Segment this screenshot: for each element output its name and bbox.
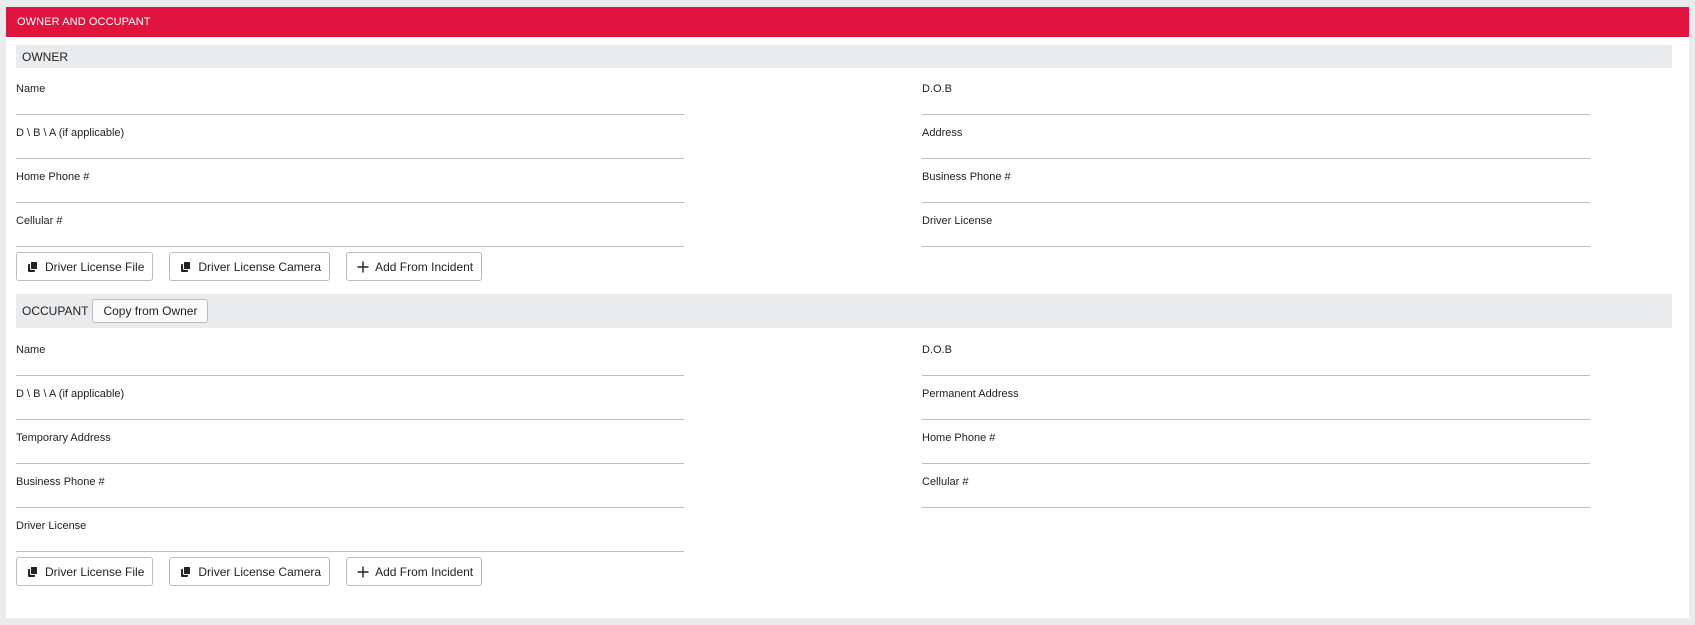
owner-dob-field[interactable]: D.O.B: [922, 75, 1590, 115]
owner-business-phone-field[interactable]: Business Phone #: [922, 163, 1590, 203]
owner-dob-input[interactable]: [922, 94, 1590, 114]
occupant-dob-input[interactable]: [922, 355, 1590, 375]
panel-title: OWNER AND OCCUPANT: [6, 7, 1689, 37]
plus-icon: [357, 566, 369, 578]
owner-home-phone-field[interactable]: Home Phone #: [16, 163, 684, 203]
occupant-permanent-address-field[interactable]: Permanent Address: [922, 380, 1590, 420]
copy-icon: [180, 565, 192, 578]
owner-address-field[interactable]: Address: [922, 119, 1590, 159]
occupant-dba-input[interactable]: [16, 399, 684, 419]
owner-business-phone-input[interactable]: [922, 182, 1590, 202]
occupant-driver-license-input[interactable]: [16, 531, 684, 551]
owner-name-field[interactable]: Name: [16, 75, 684, 115]
copy-icon: [27, 260, 39, 273]
occupant-name-field[interactable]: Name: [16, 336, 684, 376]
occupant-name-input[interactable]: [16, 355, 684, 375]
occupant-add-from-incident-label: Add From Incident: [375, 564, 474, 579]
owner-dba-input[interactable]: [16, 138, 684, 158]
occupant-dba-field[interactable]: D \ B \ A (if applicable): [16, 380, 684, 420]
occupant-business-phone-input[interactable]: [16, 487, 684, 507]
copy-icon: [27, 565, 39, 578]
occupant-button-row: Driver License File Driver License Camer…: [16, 557, 483, 586]
occupant-license-camera-label: Driver License Camera: [198, 564, 322, 579]
owner-home-phone-input[interactable]: [16, 182, 684, 202]
occupant-license-camera-button[interactable]: Driver License Camera: [169, 557, 331, 586]
occupant-cellular-input[interactable]: [922, 487, 1590, 507]
owner-driver-license-input[interactable]: [922, 226, 1590, 246]
occupant-temporary-address-field[interactable]: Temporary Address: [16, 424, 684, 464]
owner-button-row: Driver License File Driver License Camer…: [16, 252, 483, 281]
owner-license-file-button[interactable]: Driver License File: [16, 252, 154, 281]
owner-add-from-incident-button[interactable]: Add From Incident: [346, 252, 483, 281]
occupant-cellular-field[interactable]: Cellular #: [922, 468, 1590, 508]
occupant-section-header: OCCUPANT Copy from Owner: [16, 294, 1672, 328]
occupant-heading: OCCUPANT: [22, 304, 89, 318]
owner-address-input[interactable]: [922, 138, 1590, 158]
owner-driver-license-field[interactable]: Driver License: [922, 207, 1590, 247]
owner-add-from-incident-label: Add From Incident: [375, 259, 474, 274]
occupant-license-file-button[interactable]: Driver License File: [16, 557, 154, 586]
owner-cellular-input[interactable]: [16, 226, 684, 246]
occupant-add-from-incident-button[interactable]: Add From Incident: [346, 557, 483, 586]
occupant-business-phone-field[interactable]: Business Phone #: [16, 468, 684, 508]
owner-name-input[interactable]: [16, 94, 684, 114]
owner-cellular-field[interactable]: Cellular #: [16, 207, 684, 247]
owner-heading: OWNER: [22, 49, 68, 64]
occupant-home-phone-field[interactable]: Home Phone #: [922, 424, 1590, 464]
copy-icon: [180, 260, 192, 273]
owner-license-camera-button[interactable]: Driver License Camera: [169, 252, 331, 281]
copy-from-owner-button[interactable]: Copy from Owner: [92, 299, 209, 323]
occupant-dob-field[interactable]: D.O.B: [922, 336, 1590, 376]
occupant-driver-license-field[interactable]: Driver License: [16, 512, 684, 552]
owner-license-file-label: Driver License File: [45, 259, 145, 274]
owner-section-header: OWNER: [16, 45, 1672, 68]
owner-license-camera-label: Driver License Camera: [198, 259, 322, 274]
occupant-license-file-label: Driver License File: [45, 564, 145, 579]
occupant-home-phone-input[interactable]: [922, 443, 1590, 463]
occupant-temporary-address-input[interactable]: [16, 443, 684, 463]
plus-icon: [357, 261, 369, 273]
owner-dba-field[interactable]: D \ B \ A (if applicable): [16, 119, 684, 159]
occupant-permanent-address-input[interactable]: [922, 399, 1590, 419]
